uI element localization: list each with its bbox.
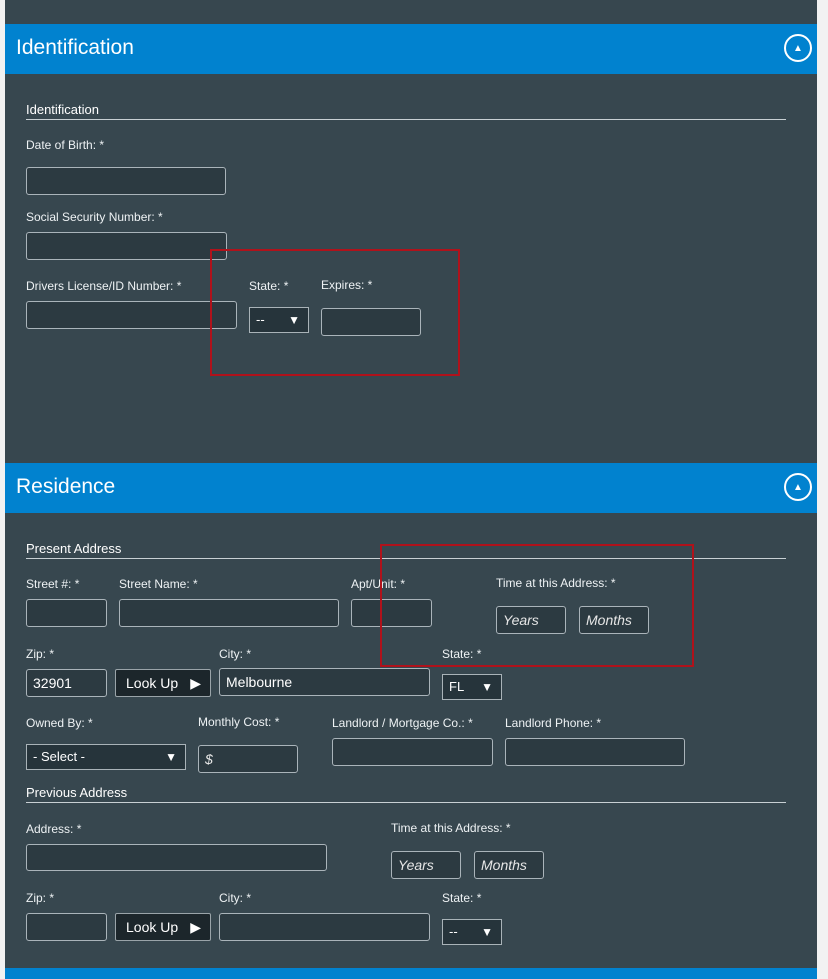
present-state-value: FL bbox=[449, 679, 465, 694]
residence-header-title: Residence bbox=[16, 475, 116, 498]
prev-city-label: City: * bbox=[219, 891, 252, 905]
landlord-label: Landlord / Mortgage Co.: * bbox=[332, 716, 473, 730]
prev-years-input[interactable]: Years bbox=[391, 851, 461, 879]
dob-label: Date of Birth: * bbox=[26, 138, 105, 152]
present-address-title: Present Address bbox=[26, 541, 122, 556]
identification-header[interactable]: Identification ▲ bbox=[5, 24, 817, 74]
present-state-label: State: * bbox=[442, 647, 482, 661]
city-label: City: * bbox=[219, 647, 252, 661]
city-input[interactable]: Melbourne bbox=[219, 668, 430, 696]
zip-input[interactable]: 32901 bbox=[26, 669, 107, 697]
prev-lookup-button-label: Look Up bbox=[126, 919, 179, 935]
identification-subsection-title: Identification bbox=[26, 102, 99, 117]
street-name-input[interactable] bbox=[119, 599, 339, 627]
street-num-input[interactable] bbox=[26, 599, 107, 627]
ssn-label: Social Security Number: * bbox=[26, 210, 163, 224]
highlight-box bbox=[210, 249, 460, 376]
present-state-select[interactable]: FL ▼ bbox=[442, 674, 502, 700]
prev-lookup-button[interactable]: Look Up ▶ bbox=[115, 913, 211, 941]
zip-label: Zip: * bbox=[26, 647, 55, 661]
prev-address-input[interactable] bbox=[26, 844, 327, 871]
prev-zip-label: Zip: * bbox=[26, 891, 55, 905]
prev-city-input[interactable] bbox=[219, 913, 430, 941]
chevron-down-icon: ▼ bbox=[481, 680, 493, 694]
dl-input[interactable] bbox=[26, 301, 237, 329]
lookup-button-label: Look Up bbox=[126, 675, 179, 691]
landlord-phone-input[interactable] bbox=[505, 738, 685, 766]
prev-state-value: -- bbox=[449, 924, 458, 939]
chevron-down-icon: ▼ bbox=[481, 925, 493, 939]
ssn-input[interactable] bbox=[26, 232, 227, 260]
prev-time-label: Time at this Address: * bbox=[391, 821, 511, 835]
chevron-up-icon[interactable]: ▲ bbox=[784, 473, 812, 501]
landlord-input[interactable] bbox=[332, 738, 493, 766]
identification-header-title: Identification bbox=[16, 36, 134, 59]
street-num-label: Street #: * bbox=[26, 577, 80, 591]
play-icon: ▶ bbox=[190, 675, 201, 691]
prev-state-select[interactable]: -- ▼ bbox=[442, 919, 502, 945]
play-icon: ▶ bbox=[190, 919, 201, 935]
landlord-phone-label: Landlord Phone: * bbox=[505, 716, 602, 730]
dob-input[interactable] bbox=[26, 167, 226, 195]
highlight-box bbox=[380, 544, 694, 667]
prev-address-label: Address: * bbox=[26, 822, 82, 836]
monthly-cost-input[interactable]: $ bbox=[198, 745, 298, 773]
prev-months-input[interactable]: Months bbox=[474, 851, 544, 879]
owned-by-value: - Select - bbox=[33, 749, 86, 764]
previous-address-title: Previous Address bbox=[26, 785, 128, 800]
divider bbox=[26, 119, 786, 120]
prev-zip-input[interactable] bbox=[26, 913, 107, 941]
street-name-label: Street Name: * bbox=[119, 577, 198, 591]
owned-by-select[interactable]: - Select - ▼ bbox=[26, 744, 186, 770]
prev-state-label: State: * bbox=[442, 891, 482, 905]
lookup-button[interactable]: Look Up ▶ bbox=[115, 669, 211, 697]
next-section-header[interactable] bbox=[5, 968, 817, 979]
monthly-cost-label: Monthly Cost: * bbox=[198, 715, 280, 729]
chevron-up-icon[interactable]: ▲ bbox=[784, 34, 812, 62]
chevron-down-icon: ▼ bbox=[165, 750, 177, 764]
residence-header[interactable]: Residence ▲ bbox=[5, 463, 817, 513]
divider bbox=[26, 802, 786, 803]
owned-by-label: Owned By: * bbox=[26, 716, 93, 730]
dl-label: Drivers License/ID Number: * bbox=[26, 279, 182, 293]
